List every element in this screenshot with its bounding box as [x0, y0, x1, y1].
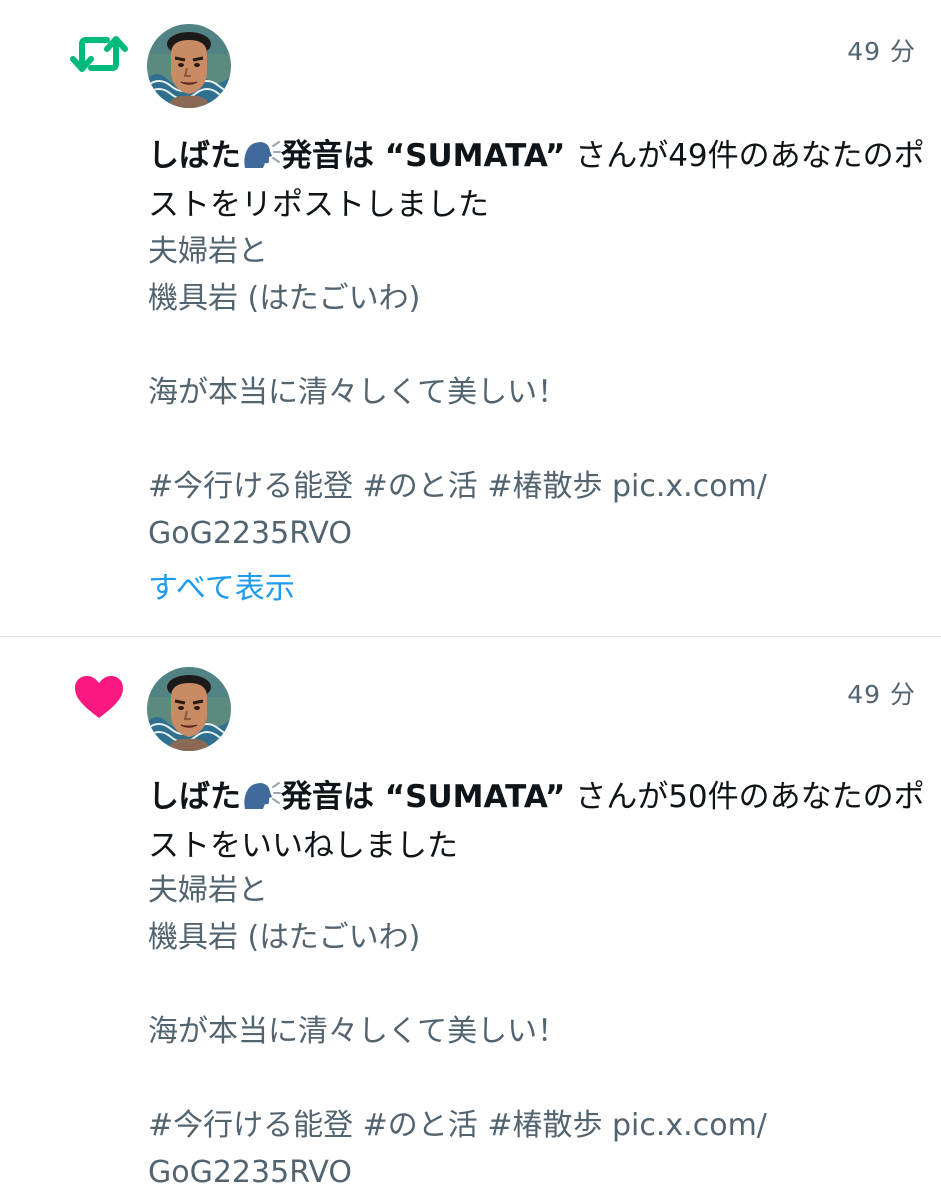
timestamp: 49 分 — [847, 37, 916, 66]
post-hashtags-line[interactable]: #今行ける能登 #のと活 #椿散歩 pic.x.com/ — [148, 1102, 928, 1149]
timestamp: 49 分 — [847, 680, 916, 709]
notification-headline[interactable]: しばた 発音は “SUMATA” さんが49件のあなたのポストをリポストしました — [148, 132, 928, 230]
repost-icon — [68, 26, 130, 82]
speaking-head-icon — [241, 779, 281, 813]
post-line: 海が本当に清々しくて美しい！ — [148, 375, 568, 410]
speaking-head-icon — [241, 138, 281, 172]
post-line: 夫婦岩と — [148, 873, 268, 908]
user-name-suffix[interactable]: 発音は “SUMATA” — [281, 138, 565, 174]
post-line: 海が本当に清々しくて美しい！ — [148, 1014, 568, 1049]
avatar[interactable] — [147, 667, 231, 751]
post-line-blank — [148, 961, 928, 1008]
post-preview[interactable]: 夫婦岩と 機具岩 (はたごいわ) 海が本当に清々しくて美しい！ #今行ける能登 … — [148, 228, 928, 557]
heart-icon — [68, 669, 130, 725]
post-preview[interactable]: 夫婦岩と 機具岩 (はたごいわ) 海が本当に清々しくて美しい！ #今行ける能登 … — [148, 867, 928, 1196]
notification-like[interactable]: 49 分 しばた 発音は “SUMATA” さんが50件のあなたのポストをいいねし… — [0, 637, 941, 1200]
show-all-link[interactable]: すべて表示 — [148, 565, 295, 612]
avatar[interactable] — [147, 24, 231, 108]
post-line: 機具岩 (はたごいわ) — [148, 920, 421, 955]
notification-headline[interactable]: しばた 発音は “SUMATA” さんが50件のあなたのポストをいいねしました — [148, 773, 928, 871]
post-link-line[interactable]: GoG2235RVO — [148, 1149, 928, 1196]
notification-repost[interactable]: 49 分 しばた 発音は “SUMATA” さんが49件のあなたのポストをリポスト… — [0, 0, 941, 636]
post-line-blank — [148, 1055, 928, 1102]
user-name-suffix[interactable]: 発音は “SUMATA” — [281, 779, 565, 815]
post-link-line[interactable]: GoG2235RVO — [148, 510, 928, 557]
user-name[interactable]: しばた — [148, 779, 241, 815]
post-hashtags-line[interactable]: #今行ける能登 #のと活 #椿散歩 pic.x.com/ — [148, 463, 928, 510]
post-line-blank — [148, 322, 928, 369]
post-line: 夫婦岩と — [148, 234, 268, 269]
post-line-blank — [148, 416, 928, 463]
post-line: 機具岩 (はたごいわ) — [148, 281, 421, 316]
user-name[interactable]: しばた — [148, 138, 241, 174]
